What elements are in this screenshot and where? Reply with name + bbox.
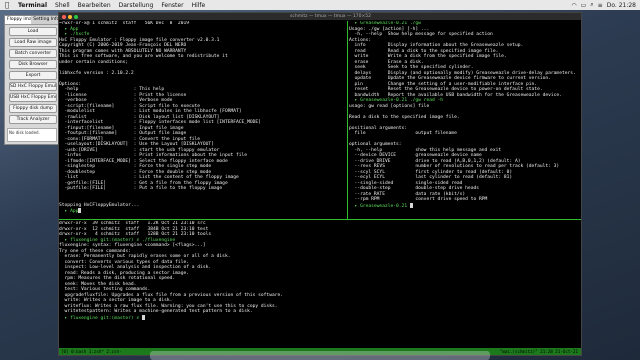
tmux-pane-fluxengine[interactable]: drwxr-xr-x 39 schmitz staff 1.2K Oct 21 … [59, 221, 581, 347]
terminal-line: ▸ fluxengine git:(master) ✗ [59, 314, 581, 321]
tool-tabs: Floppy image Settings Info [5, 16, 59, 25]
terminal-line: --revs REVS number of revolutions to rea… [349, 164, 560, 169]
control-center-icon[interactable]: ≡ [598, 2, 603, 9]
tmux-status-right: "mac.(schmitz)" 21:28 21-Oct-21 [499, 349, 578, 354]
menu-fenster[interactable]: Fenster [157, 2, 187, 9]
terminal-line: update Update the Greaseweazle device fi… [349, 76, 551, 81]
menubar-status-area: ◠ ▭ ⌕ ≡ Do. 21:28 [571, 1, 640, 9]
wifi-icon[interactable]: ◠ [571, 2, 576, 9]
usb-emulator-settings-button[interactable]: USB HxC Floppy Emulator settings [9, 93, 57, 102]
close-icon[interactable] [62, 14, 66, 19]
track-analyzer-button[interactable]: Track Analyzer [9, 115, 57, 124]
floppy-dump-button[interactable]: Floppy disk dump [9, 104, 57, 113]
menu-hilfe[interactable]: Hilfe [188, 2, 210, 9]
battery-icon[interactable]: ▭ [581, 2, 587, 9]
dock[interactable] [150, 351, 490, 360]
menu-bar:  Terminal Shell Bearbeiten Darstellung … [0, 0, 640, 10]
search-icon[interactable]: ⌕ [590, 1, 593, 9]
batch-converter-button[interactable]: Batch converter [9, 49, 57, 58]
terminal-cursor [78, 208, 82, 213]
disk-status-box: No disk loaded. [7, 128, 57, 142]
export-button[interactable]: Export [9, 71, 57, 80]
tmux-window-list[interactable]: [0] 0:bash 1:zsh* 2:zsh- [61, 348, 122, 355]
terminal-line: ▸ Greaseweazle-0.21 [349, 202, 581, 209]
terminal-line: ▸ App [59, 208, 347, 214]
hxc-floppy-tool-window: Floppy image Settings Info Load Load Raw… [4, 15, 60, 145]
tab-floppy-image[interactable]: Floppy image [5, 16, 32, 24]
apple-icon[interactable]:  [0, 1, 14, 9]
tmux-pane-greaseweazle[interactable]: ▸ Greaseweazle-0.21 ./gw Usage: ./gw [act… [349, 21, 581, 219]
tab-settings[interactable]: Settings [31, 16, 49, 24]
pane-divider-horizontal[interactable] [59, 219, 581, 220]
load-raw-image-button[interactable]: Load Raw image [9, 38, 57, 47]
sd-emulator-settings-button[interactable]: SD HxC Floppy Emulator settings [9, 82, 57, 91]
window-title: schmitz — tmux — tmux — 170×52 [290, 14, 371, 19]
tmux-pane-hxcfe[interactable]: ~rwxr-xr-x@ 1 schmitz staff 56K Dec 8 20… [59, 21, 347, 219]
pane-divider-vertical[interactable] [347, 21, 348, 219]
zoom-icon[interactable] [74, 14, 78, 19]
terminal-window[interactable]: schmitz — tmux — tmux — 170×52 ~rwxr-xr-… [58, 12, 582, 356]
load-button[interactable]: Load [9, 27, 57, 36]
clock[interactable]: Do. 21:28 [607, 2, 636, 9]
terminal-cursor [409, 202, 413, 208]
menu-bearbeiten[interactable]: Bearbeiten [74, 2, 115, 9]
terminal-cursor [141, 314, 145, 320]
menu-terminal[interactable]: Terminal [14, 2, 51, 9]
disk-browser-button[interactable]: Disk Browser [9, 60, 57, 69]
menu-darstellung[interactable]: Darstellung [115, 2, 158, 9]
terminal-titlebar[interactable]: schmitz — tmux — tmux — 170×52 [59, 13, 581, 20]
menu-shell[interactable]: Shell [51, 2, 74, 9]
minimize-icon[interactable] [68, 14, 72, 19]
